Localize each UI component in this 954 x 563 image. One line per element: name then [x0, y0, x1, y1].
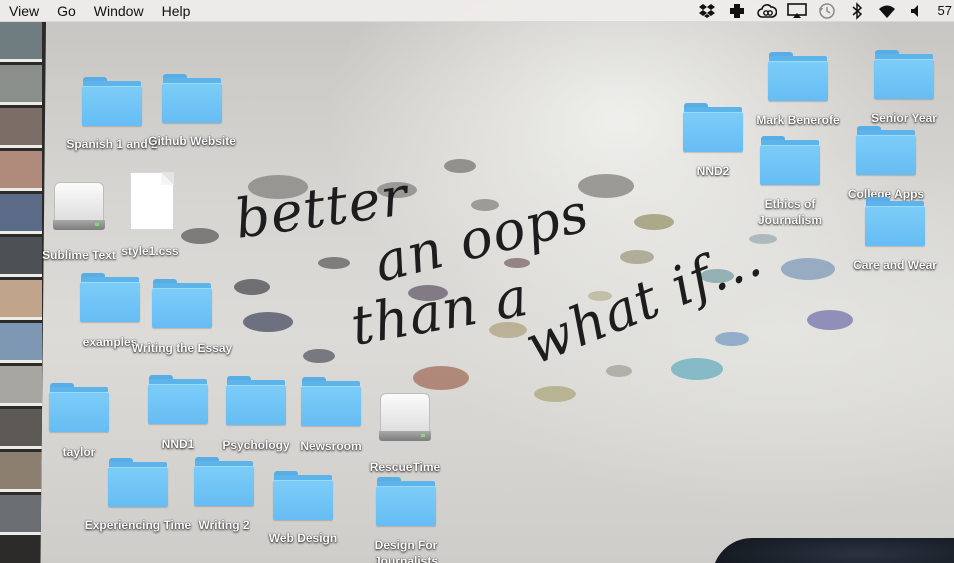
- folder-writing-the-essay[interactable]: Writing the Essay: [122, 276, 242, 372]
- folder-icon: [376, 474, 436, 526]
- status-area: 57: [692, 0, 954, 22]
- menu-go[interactable]: Go: [48, 0, 85, 22]
- menu-bar: View Go Window Help 57: [0, 0, 954, 22]
- folder-icon: [760, 133, 820, 185]
- volume-icon[interactable]: [902, 0, 932, 22]
- icon-label: Care and Wear: [853, 258, 937, 272]
- folder-icon: [152, 276, 212, 328]
- drive-icon: [375, 389, 435, 441]
- wifi-icon[interactable]: [872, 0, 902, 22]
- folder-icon: [49, 380, 109, 432]
- icon-label: Design For Journalists: [373, 538, 439, 563]
- folder-icon: [108, 455, 168, 507]
- creative-cloud-icon[interactable]: [752, 0, 782, 22]
- icon-label: style1.css: [121, 244, 179, 258]
- document-icon: [120, 172, 180, 230]
- folder-design-for-journalists[interactable]: Design For Journalists: [346, 474, 466, 563]
- menu-window[interactable]: Window: [85, 0, 153, 22]
- dropbox-icon[interactable]: [692, 0, 722, 22]
- folder-github-website[interactable]: Github Website: [132, 71, 252, 167]
- folder-icon: [768, 49, 828, 101]
- icon-label: Writing the Essay: [131, 341, 233, 355]
- folder-icon: [874, 47, 934, 99]
- icon-label: Github Website: [148, 134, 236, 148]
- menu-help[interactable]: Help: [153, 0, 200, 22]
- file-style1-css[interactable]: style1.css: [90, 172, 210, 268]
- time-machine-icon[interactable]: [812, 0, 842, 22]
- folder-icon: [856, 123, 916, 175]
- menu-view[interactable]: View: [0, 0, 48, 22]
- folder-icon: [162, 71, 222, 123]
- folder-web-design[interactable]: Web Design: [243, 468, 363, 563]
- folder-icon: [273, 468, 333, 520]
- folder-care-and-wear[interactable]: Care and Wear: [835, 194, 954, 290]
- folder-icon: [865, 194, 925, 246]
- blanket: [712, 538, 954, 563]
- menu-clock[interactable]: 57: [932, 0, 954, 22]
- medical-cross-icon[interactable]: [722, 0, 752, 22]
- drive-rescuetime[interactable]: RescueTime: [345, 389, 465, 485]
- airplay-icon[interactable]: [782, 0, 812, 22]
- bluetooth-icon[interactable]: [842, 0, 872, 22]
- quote-line: than a: [346, 265, 533, 358]
